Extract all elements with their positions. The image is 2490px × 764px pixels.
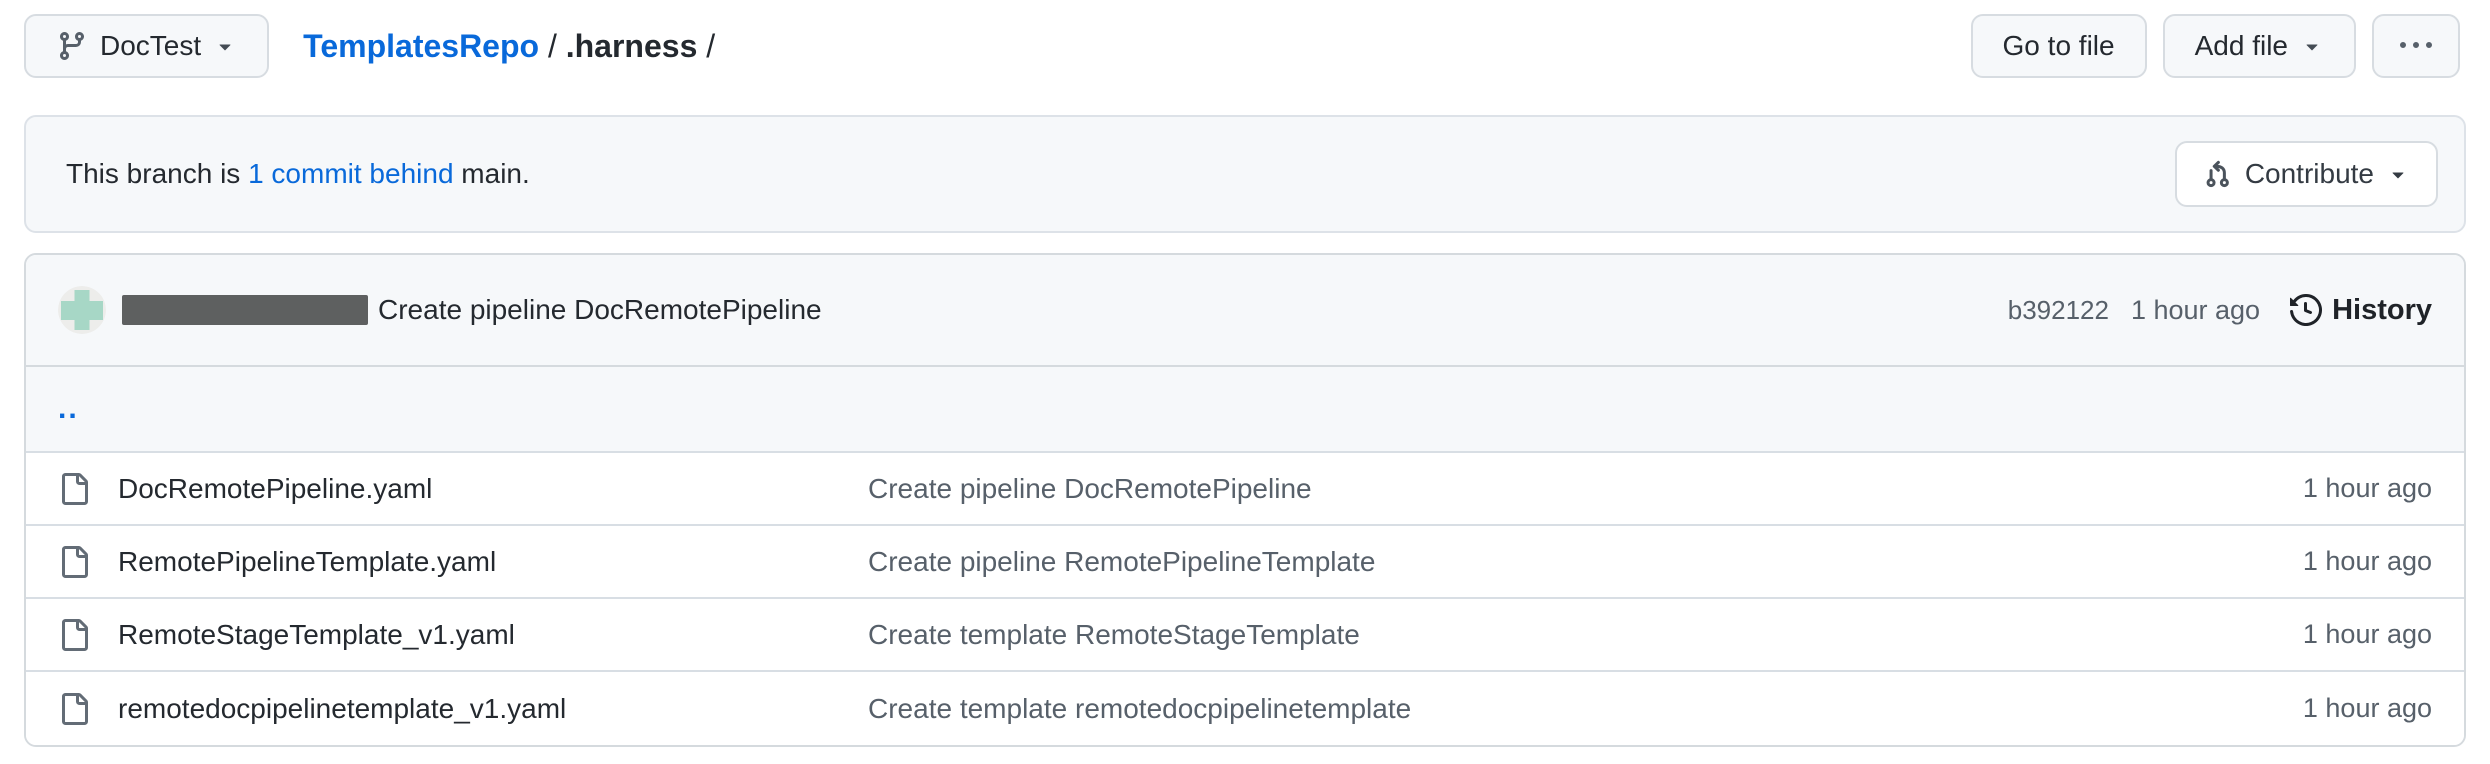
branch-selector-button[interactable]: DocTest (24, 14, 269, 78)
contribute-icon (2203, 159, 2233, 189)
go-to-file-label: Go to file (2003, 30, 2115, 62)
file-icon (58, 546, 90, 578)
chevron-down-icon (2300, 34, 2324, 58)
contribute-label: Contribute (2245, 158, 2374, 190)
file-navigation-bar: DocTest TemplatesRepo / .harness / Go to… (0, 0, 2490, 78)
breadcrumb-separator: / (539, 28, 566, 65)
add-file-button[interactable]: Add file (2163, 14, 2356, 78)
row-commit-message-link[interactable]: Create pipeline DocRemotePipeline (868, 473, 1312, 504)
parent-directory-link[interactable]: .. (58, 394, 79, 424)
file-icon (58, 473, 90, 505)
parent-directory-row: .. (26, 367, 2464, 453)
commit-age-cell: 1 hour ago (2202, 693, 2432, 724)
file-name-cell: RemotePipelineTemplate.yaml (58, 546, 868, 578)
branch-status-suffix: main. (454, 158, 530, 189)
commit-message-cell: Create template remotedocpipelinetemplat… (868, 693, 2202, 725)
commit-age-cell: 1 hour ago (2202, 619, 2432, 650)
git-branch-icon (56, 30, 88, 62)
latest-commit-message-link[interactable]: Create pipeline DocRemotePipeline (378, 294, 822, 326)
avatar-placeholder-icon (58, 286, 106, 334)
history-link[interactable]: History (2290, 294, 2432, 327)
chevron-down-icon (213, 34, 237, 58)
commits-behind-link[interactable]: 1 commit behind (248, 158, 453, 189)
row-commit-message-link[interactable]: Create template RemoteStageTemplate (868, 619, 1360, 650)
commit-message-cell: Create pipeline RemotePipelineTemplate (868, 546, 2202, 578)
branch-status-text: This branch is 1 commit behind main. (66, 158, 530, 190)
file-link[interactable]: RemotePipelineTemplate.yaml (118, 546, 496, 578)
breadcrumb: TemplatesRepo / .harness / (303, 28, 715, 65)
commit-sha-link[interactable]: b392122 (2008, 295, 2109, 326)
file-link[interactable]: RemoteStageTemplate_v1.yaml (118, 619, 515, 651)
table-row: RemoteStageTemplate_v1.yaml Create templ… (26, 599, 2464, 672)
row-commit-message-link[interactable]: Create pipeline RemotePipelineTemplate (868, 546, 1375, 577)
file-name-cell: RemoteStageTemplate_v1.yaml (58, 619, 868, 651)
table-row: remotedocpipelinetemplate_v1.yaml Create… (26, 672, 2464, 745)
commit-message-cell: Create template RemoteStageTemplate (868, 619, 2202, 651)
file-name-cell: remotedocpipelinetemplate_v1.yaml (58, 693, 868, 725)
file-table: Create pipeline DocRemotePipeline b39212… (24, 253, 2466, 747)
contribute-button[interactable]: Contribute (2175, 141, 2438, 207)
table-row: RemotePipelineTemplate.yaml Create pipel… (26, 526, 2464, 599)
table-row: DocRemotePipeline.yaml Create pipeline D… (26, 453, 2464, 526)
file-icon (58, 619, 90, 651)
file-name-cell: DocRemotePipeline.yaml (58, 473, 868, 505)
file-link[interactable]: remotedocpipelinetemplate_v1.yaml (118, 693, 566, 725)
branch-name-label: DocTest (100, 30, 201, 62)
history-icon (2290, 294, 2322, 326)
branch-status-prefix: This branch is (66, 158, 248, 189)
file-link[interactable]: DocRemotePipeline.yaml (118, 473, 432, 505)
branch-status-banner: This branch is 1 commit behind main. Con… (24, 115, 2466, 233)
commit-message-cell: Create pipeline DocRemotePipeline (868, 473, 2202, 505)
row-commit-message-link[interactable]: Create template remotedocpipelinetemplat… (868, 693, 1411, 724)
commit-age-cell: 1 hour ago (2202, 473, 2432, 504)
commit-author-avatar[interactable] (58, 286, 106, 334)
kebab-horizontal-icon (2400, 30, 2432, 62)
commit-age-cell: 1 hour ago (2202, 546, 2432, 577)
topbar-actions: Go to file Add file (1971, 14, 2460, 78)
file-icon (58, 693, 90, 725)
breadcrumb-current-folder: .harness (566, 28, 698, 65)
latest-commit-meta: b392122 1 hour ago History (2008, 294, 2432, 327)
breadcrumb-repo-link[interactable]: TemplatesRepo (303, 28, 539, 65)
add-file-label: Add file (2195, 30, 2288, 62)
commit-author-redacted (122, 295, 368, 325)
more-options-button[interactable] (2372, 14, 2460, 78)
breadcrumb-trailing-slash: / (697, 28, 715, 65)
go-to-file-button[interactable]: Go to file (1971, 14, 2147, 78)
commit-time: 1 hour ago (2131, 295, 2260, 326)
latest-commit-bar: Create pipeline DocRemotePipeline b39212… (26, 255, 2464, 367)
chevron-down-icon (2386, 162, 2410, 186)
history-label: History (2332, 294, 2432, 327)
